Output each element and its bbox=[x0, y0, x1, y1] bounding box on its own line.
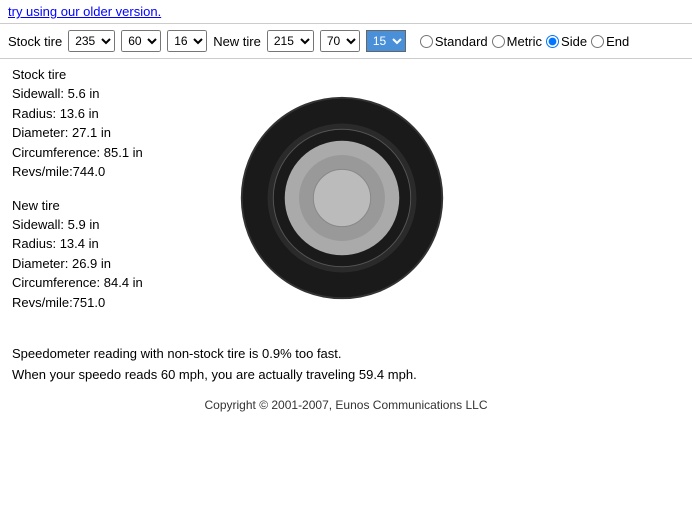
new-info-section: New tire Sidewall: 5.9 in Radius: 13.4 i… bbox=[12, 198, 212, 313]
radio-end-label[interactable]: End bbox=[591, 34, 629, 49]
stock-info-title: Stock tire bbox=[12, 67, 212, 82]
stock-tire-label: Stock tire bbox=[8, 34, 62, 49]
radio-metric[interactable] bbox=[492, 35, 505, 48]
new-circumference: Circumference: 84.4 in bbox=[12, 273, 212, 293]
main-content: Stock tire Sidewall: 5.6 in Radius: 13.6… bbox=[0, 59, 692, 336]
speedometer-line1: Speedometer reading with non-stock tire … bbox=[12, 344, 680, 365]
info-panel: Stock tire Sidewall: 5.6 in Radius: 13.6… bbox=[12, 67, 212, 328]
new-radius: Radius: 13.4 in bbox=[12, 234, 212, 254]
radio-standard-label[interactable]: Standard bbox=[420, 34, 488, 49]
radio-end[interactable] bbox=[591, 35, 604, 48]
radio-standard[interactable] bbox=[420, 35, 433, 48]
top-banner: try using our older version. bbox=[0, 0, 692, 24]
stock-circumference: Circumference: 85.1 in bbox=[12, 143, 212, 163]
new-aspect-select[interactable]: 70 55 60 65 bbox=[320, 30, 360, 52]
stock-aspect-select[interactable]: 60 55 65 70 bbox=[121, 30, 161, 52]
stock-rim-select[interactable]: 16 15 17 bbox=[167, 30, 207, 52]
new-width-select[interactable]: 215 205 225 235 bbox=[267, 30, 314, 52]
stock-info-section: Stock tire Sidewall: 5.6 in Radius: 13.6… bbox=[12, 67, 212, 182]
copyright-text: Copyright © 2001-2007, Eunos Communicati… bbox=[205, 398, 488, 412]
new-revs: Revs/mile:751.0 bbox=[12, 293, 212, 313]
copyright: Copyright © 2001-2007, Eunos Communicati… bbox=[0, 394, 692, 424]
new-info-title: New tire bbox=[12, 198, 212, 213]
radio-side[interactable] bbox=[546, 35, 559, 48]
tire-visual bbox=[232, 67, 452, 328]
new-tire-label: New tire bbox=[213, 34, 261, 49]
speedometer-line2: When your speedo reads 60 mph, you are a… bbox=[12, 365, 680, 386]
new-sidewall: Sidewall: 5.9 in bbox=[12, 215, 212, 235]
radio-side-label[interactable]: Side bbox=[546, 34, 587, 49]
tire-diagram bbox=[237, 93, 447, 303]
radio-metric-label[interactable]: Metric bbox=[492, 34, 542, 49]
stock-width-select[interactable]: 235 215 225 245 bbox=[68, 30, 115, 52]
stock-diameter: Diameter: 27.1 in bbox=[12, 123, 212, 143]
view-radio-group: Standard Metric Side End bbox=[420, 34, 629, 49]
speedometer-note: Speedometer reading with non-stock tire … bbox=[0, 336, 692, 394]
stock-revs: Revs/mile:744.0 bbox=[12, 162, 212, 182]
stock-sidewall: Sidewall: 5.6 in bbox=[12, 84, 212, 104]
new-rim-select[interactable]: 15 14 16 17 bbox=[366, 30, 406, 52]
stock-radius: Radius: 13.6 in bbox=[12, 104, 212, 124]
new-diameter: Diameter: 26.9 in bbox=[12, 254, 212, 274]
older-version-link[interactable]: try using our older version. bbox=[8, 4, 161, 19]
controls-bar: Stock tire 235 215 225 245 60 55 65 70 1… bbox=[0, 24, 692, 59]
